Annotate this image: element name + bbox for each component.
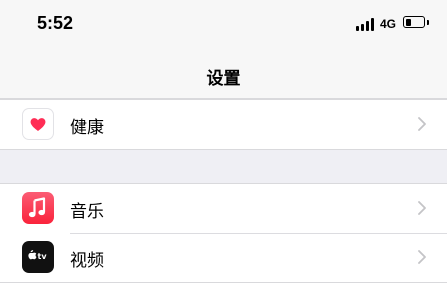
settings-row-label: 健康 [70, 118, 104, 138]
settings-row-music[interactable]: 音乐 [0, 184, 447, 233]
chevron-right-icon [418, 117, 426, 131]
settings-row-health[interactable]: 健康 [0, 100, 447, 149]
battery-level-fill [405, 18, 412, 26]
health-heart-icon [22, 108, 54, 140]
settings-section-media: 音乐 tv 视频 [0, 183, 447, 283]
settings-row-video[interactable]: tv 视频 [0, 233, 447, 282]
settings-row-label: 视频 [70, 251, 104, 271]
settings-section-health: 健康 [0, 99, 447, 150]
apple-tv-icon: tv [22, 241, 54, 273]
chevron-right-icon [418, 201, 426, 215]
music-note-icon [22, 192, 54, 224]
battery-icon [403, 16, 425, 28]
battery-tip [427, 20, 429, 25]
page-title: 设置 [206, 69, 241, 89]
cellular-signal-icon [356, 18, 374, 31]
settings-row-label: 音乐 [70, 202, 104, 222]
navigation-bar: 设置 [0, 50, 447, 99]
network-type: 4G [380, 17, 397, 31]
status-bar: 5:52 4G [0, 0, 447, 50]
chevron-right-icon [418, 250, 426, 264]
status-time: 5:52 [37, 13, 74, 33]
